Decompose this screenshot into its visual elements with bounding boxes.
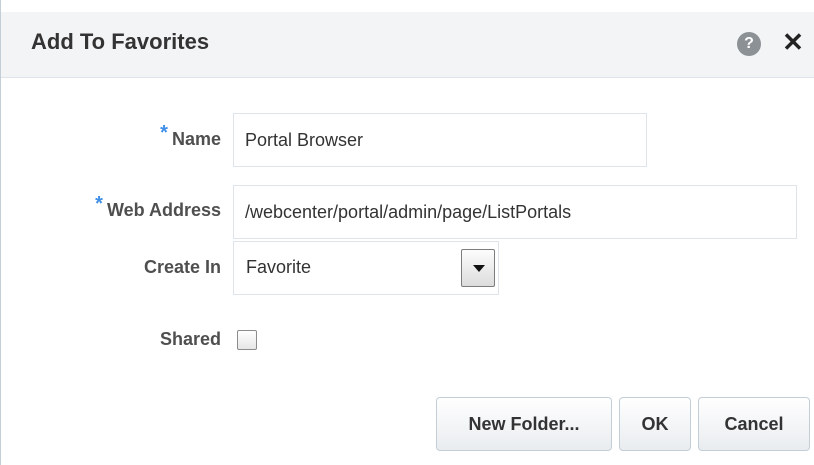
required-marker: * [95, 193, 103, 215]
dialog-header: Add To Favorites ? ✕ [1, 12, 814, 78]
name-label-text: Name [171, 129, 221, 149]
create-in-label: Create In [143, 257, 221, 277]
web-address-input[interactable] [233, 185, 797, 239]
required-marker: * [160, 122, 168, 144]
shared-label: Shared [159, 329, 221, 349]
create-in-select[interactable]: Favorite [233, 241, 499, 295]
create-in-selected-value: Favorite [246, 257, 312, 277]
dropdown-arrow-button[interactable] [461, 249, 495, 287]
web-address-label: * Web Address [31, 193, 221, 222]
ok-button[interactable]: OK [619, 397, 691, 451]
web-address-label-text: Web Address [106, 200, 221, 220]
shared-checkbox[interactable] [237, 330, 257, 350]
dialog-title: Add To Favorites [31, 29, 210, 54]
add-to-favorites-dialog: Add To Favorites ? ✕ *Name *Web Address … [0, 0, 814, 465]
chevron-down-icon [473, 265, 485, 272]
cancel-button[interactable]: Cancel [698, 397, 810, 451]
name-label: * Name [121, 122, 221, 151]
close-icon[interactable]: ✕ [779, 26, 807, 58]
name-input[interactable] [233, 113, 647, 167]
question-icon[interactable]: ? [737, 32, 761, 56]
new-folder-button[interactable]: New Folder... [436, 397, 612, 451]
